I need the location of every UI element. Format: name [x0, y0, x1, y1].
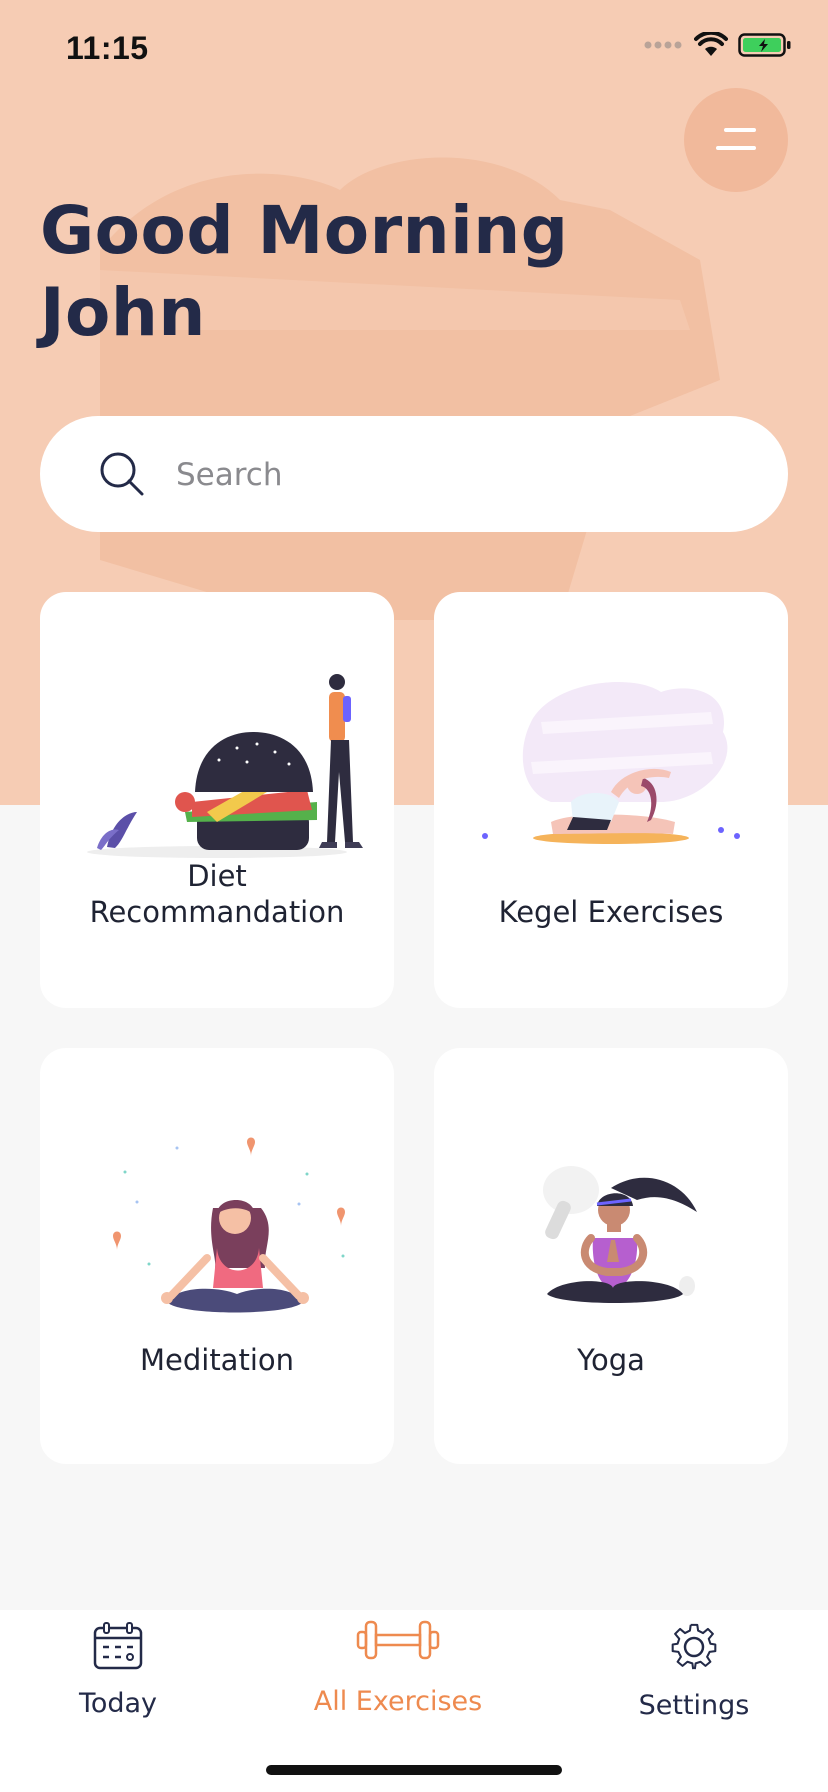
card-label-line: Diet [187, 859, 247, 893]
search-bar[interactable] [40, 416, 788, 532]
status-icons [644, 32, 792, 58]
tab-settings[interactable]: Settings [574, 1610, 814, 1750]
tab-label: All Exercises [313, 1686, 483, 1717]
signal-icon [644, 41, 682, 49]
search-icon [100, 452, 144, 496]
tab-today[interactable]: Today [0, 1610, 238, 1750]
page-title: Good Morning John [40, 190, 660, 354]
user-name: John [40, 274, 206, 351]
card-meditation[interactable]: Meditation [40, 1048, 394, 1464]
card-label: Yoga [577, 1343, 645, 1377]
tab-label: Settings [638, 1690, 750, 1721]
search-input[interactable] [174, 446, 738, 504]
stretching-woman-illustration [482, 682, 740, 844]
status-bar: 11:15 [0, 0, 828, 100]
card-yoga[interactable]: Yoga [434, 1048, 788, 1464]
menu-button[interactable] [684, 88, 788, 192]
greeting-line: Good Morning [40, 192, 569, 269]
yoga-woman-illustration [543, 1166, 697, 1303]
wifi-icon [694, 32, 728, 56]
gear-icon [671, 1623, 717, 1670]
status-time: 11:15 [66, 30, 149, 66]
card-label: Kegel Exercises [498, 895, 724, 929]
card-label: Diet Recommandation [40, 858, 394, 930]
battery-icon [738, 33, 791, 57]
tab-all-exercises[interactable]: All Exercises [278, 1610, 518, 1750]
burger-and-person-illustration [87, 674, 363, 858]
card-label-line: Recommandation [89, 895, 345, 929]
tab-label: Today [78, 1688, 158, 1719]
calendar-icon [93, 1622, 143, 1670]
card-kegel-exercises[interactable]: Kegel Exercises [434, 592, 788, 1008]
card-label: Meditation [139, 1343, 295, 1377]
home-indicator [266, 1765, 562, 1775]
menu-icon [724, 128, 756, 132]
dumbbell-icon [356, 1620, 440, 1660]
meditating-woman-illustration [113, 1137, 345, 1313]
card-diet-recommendation[interactable]: Diet Recommandation [40, 592, 394, 1008]
